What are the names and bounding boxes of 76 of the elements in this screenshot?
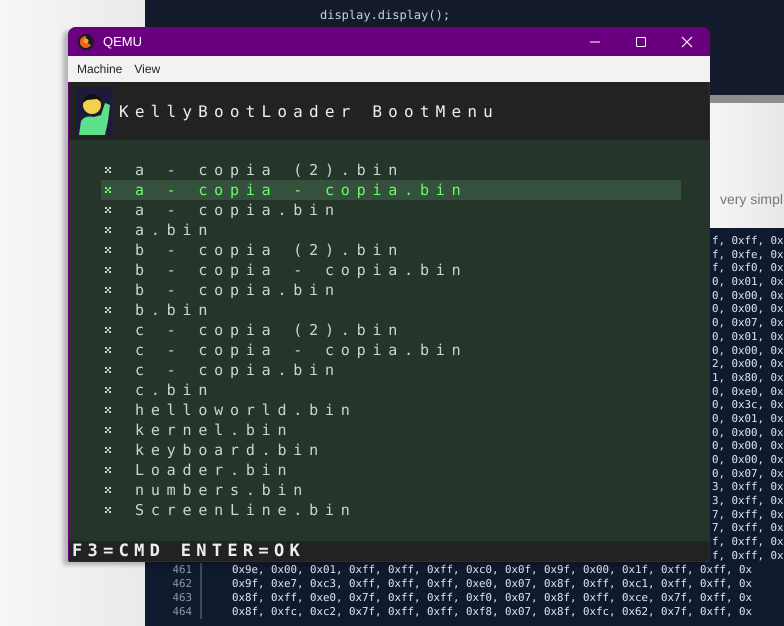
boot-menu-item[interactable]: c - copia.bin (101, 360, 681, 380)
code-line: f, 0xff, 0x (712, 548, 784, 562)
code-line: 0x9e, 0x00, 0x01, 0xff, 0xff, 0xff, 0xc0, 0x0f, 0x9f, 0x00, 0x1f, 0xff, 0xff, 0x (231, 563, 752, 577)
boot-menu-item[interactable]: a - copia.bin (101, 200, 681, 220)
code-line: 0, 0xe0, 0x (712, 384, 784, 398)
bullet-icon (105, 467, 111, 473)
boot-menu-item[interactable]: b - copia (2).bin (101, 240, 681, 260)
code-line: 1, 0x80, 0x (712, 370, 784, 385)
boot-menu-item[interactable]: a.bin (101, 220, 681, 240)
code-line: 0, 0x00, 0x (712, 453, 784, 467)
article-text: very simpl (720, 191, 783, 207)
boot-menu-item[interactable]: numbers.bin (101, 480, 681, 500)
bullet-icon (105, 427, 111, 433)
bullet-icon (105, 247, 111, 253)
line-number: 462 (145, 577, 202, 591)
code-line: 0x8f, 0xff, 0xe0, 0x7f, 0xff, 0xff, 0xf0, 0x07, 0x8f, 0xff, 0xce, 0x7f, 0xff, 0x (231, 591, 752, 605)
bullet-icon (105, 307, 111, 313)
code-line: 3, 0xff, 0x (712, 480, 784, 494)
code-line: 0, 0x01, 0x (712, 275, 784, 289)
bullet-icon (105, 227, 111, 233)
boot-menu-item[interactable]: c.bin (101, 380, 681, 400)
maximize-icon (635, 36, 647, 48)
bullet-icon (105, 327, 111, 333)
app-logo-icon (77, 32, 95, 50)
boot-menu-item[interactable]: c - copia - copia.bin (101, 340, 681, 360)
code-line: 0, 0x00, 0x (712, 344, 784, 358)
code-line: 0, 0x00, 0x (712, 288, 784, 302)
code-line: f, 0xf0, 0x (712, 261, 784, 276)
bullet-icon (105, 487, 111, 493)
code-line: 0, 0x01, 0x (712, 330, 784, 344)
close-icon (681, 36, 693, 48)
boot-menu-item[interactable]: keyboard.bin (101, 440, 681, 460)
code-line: 7, 0xff, 0x (712, 521, 784, 536)
boot-menu-item[interactable]: Loader.bin (101, 460, 681, 480)
boot-menu-item[interactable]: b.bin (101, 300, 681, 320)
key-hint-text: F3=CMD ENTER=OK (72, 541, 306, 561)
code-line: f, 0xff, 0x (712, 234, 784, 248)
boot-menu-item[interactable]: b - copia - copia.bin (101, 260, 681, 280)
bullet-icon (105, 287, 111, 293)
boot-menu-item[interactable]: a - copia - copia.bin (101, 180, 681, 200)
boot-menu-item[interactable]: helloworld.bin (101, 400, 681, 420)
bullet-icon (105, 207, 111, 213)
code-line: 2, 0x00, 0x (712, 357, 784, 371)
code-line: f, 0xfe, 0x (712, 248, 784, 262)
bullet-icon (105, 447, 111, 453)
bullet-icon (105, 267, 111, 273)
code-line: 0, 0x00, 0x (712, 302, 784, 316)
code-line: 3, 0xff, 0x (712, 494, 784, 508)
boot-menu-item[interactable]: b - copia.bin (101, 280, 681, 300)
code-line: display.display(); (320, 8, 450, 22)
code-line: 0, 0x3c, 0x (712, 398, 784, 412)
code-line: 0x8f, 0xfc, 0xc2, 0x7f, 0xff, 0xff, 0xf8, 0x07, 0x8f, 0xfc, 0x62, 0x7f, 0xff, 0x (231, 605, 752, 619)
bullet-icon (105, 407, 111, 413)
boot-menu-item[interactable]: a - copia (2).bin (101, 160, 681, 180)
code-line: 0x9f, 0xe7, 0xc3, 0xff, 0xff, 0xff, 0xe0, 0x07, 0x8f, 0xff, 0xc1, 0xff, 0xff, 0x (231, 577, 752, 591)
bullet-icon (105, 387, 111, 393)
window-title: QEMU (103, 34, 142, 49)
code-line: 7, 0xff, 0x (712, 508, 784, 522)
code-line: 0, 0x07, 0x (712, 466, 784, 480)
code-line: 0, 0x00, 0x (712, 439, 784, 453)
boot-menu-item[interactable]: kernel.bin (101, 420, 681, 440)
avatar-drawing (75, 87, 113, 135)
bullet-icon (105, 367, 111, 373)
bullet-icon (105, 187, 111, 193)
boot-menu-title: KellyBootLoader BootMenu (119, 102, 499, 120)
code-line: f, 0xff, 0x (712, 535, 784, 549)
code-line: 0, 0x00, 0x (712, 426, 784, 440)
line-number: 463 (145, 591, 202, 605)
bullet-icon (105, 347, 111, 353)
code-line: 0, 0x01, 0x (712, 412, 784, 426)
bullet-icon (105, 167, 111, 173)
boot-menu-item[interactable]: ScreenLine.bin (101, 500, 681, 520)
boot-menu-item[interactable]: c - copia (2).bin (101, 320, 681, 340)
line-number: 464 (145, 605, 202, 619)
bullet-icon (105, 507, 111, 513)
code-line: 0, 0x07, 0x (712, 316, 784, 330)
